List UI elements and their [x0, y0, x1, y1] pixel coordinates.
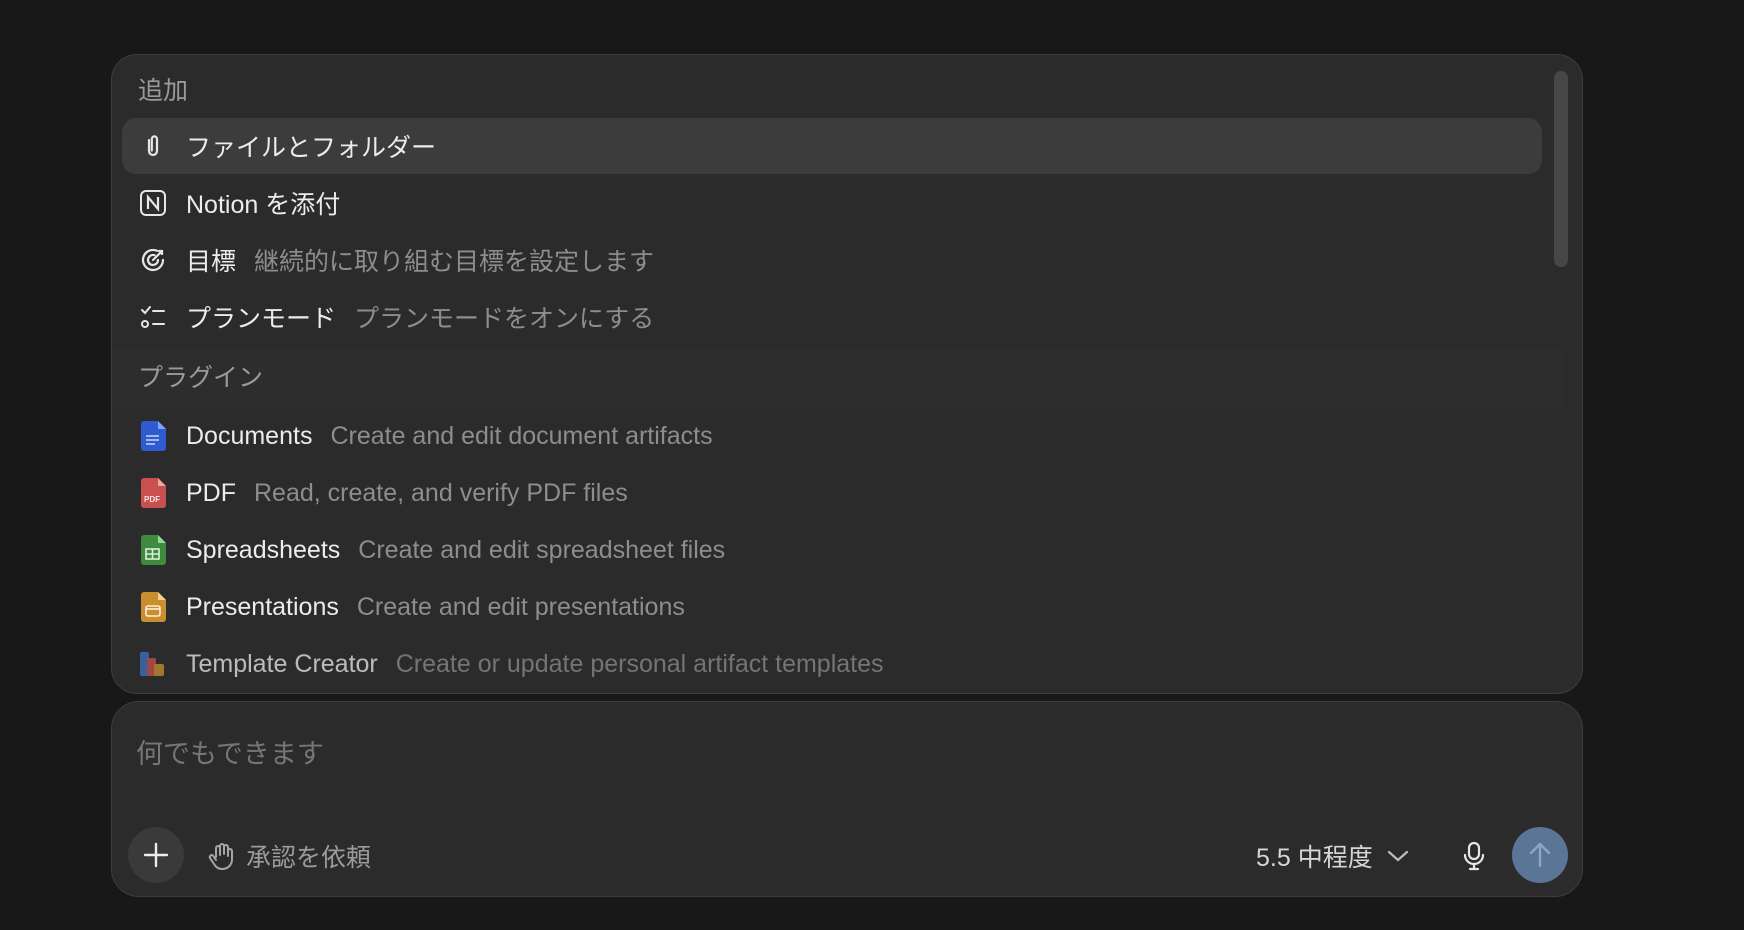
menu-item-pdf[interactable]: PDF PDF Read, create, and verify PDF fil… — [122, 465, 1542, 521]
documents-icon — [138, 421, 168, 451]
menu-item-description: Create and edit spreadsheet files — [358, 535, 726, 564]
message-composer[interactable]: 何でもできます 承認を依頼 5.5 中程度 — [111, 701, 1583, 897]
menu-item-title: Template Creator — [186, 649, 378, 678]
menu-item-title: PDF — [186, 478, 236, 507]
hand-icon — [208, 841, 236, 871]
menu-item-title: プランモード — [186, 305, 337, 333]
command-menu: 追加 ファイルとフォルダー Notion を添付 目標 継続的に取り組む目標を設… — [111, 54, 1583, 694]
send-button[interactable] — [1512, 827, 1568, 883]
pdf-icon-badge: PDF — [144, 495, 160, 504]
target-icon — [138, 245, 168, 275]
presentation-icon — [138, 592, 168, 622]
menu-item-description: プランモードをオンにする — [354, 305, 655, 333]
checklist-icon — [138, 302, 168, 332]
model-selector-label: 5.5 中程度 — [1256, 844, 1373, 872]
menu-item-plan-mode[interactable]: プランモード プランモードをオンにする — [122, 289, 1542, 345]
menu-item-title: Documents — [186, 421, 313, 450]
plugins-section-header — [112, 348, 1562, 408]
menu-item-notion[interactable]: Notion を添付 — [122, 175, 1542, 231]
paperclip-icon — [138, 131, 168, 161]
menu-item-documents[interactable]: Documents Create and edit document artif… — [122, 408, 1542, 464]
request-approval-button[interactable]: 承認を依頼 — [208, 838, 371, 874]
menu-item-title: ファイルとフォルダー — [186, 134, 437, 162]
request-approval-label: 承認を依頼 — [246, 844, 372, 872]
menu-item-description: Create and edit document artifacts — [330, 421, 713, 450]
menu-item-spreadsheets[interactable]: Spreadsheets Create and edit spreadsheet… — [122, 522, 1542, 578]
menu-item-description: Read, create, and verify PDF files — [254, 478, 628, 507]
menu-scrollbar[interactable] — [1554, 71, 1568, 267]
microphone-button[interactable] — [1452, 834, 1496, 878]
menu-item-template-creator[interactable]: Template Creator Create or update person… — [122, 636, 1542, 692]
model-selector[interactable]: 5.5 中程度 — [1256, 838, 1409, 874]
menu-item-title: Notion を添付 — [186, 191, 341, 219]
pdf-icon: PDF — [138, 478, 168, 508]
plus-icon — [142, 841, 170, 869]
menu-item-title: Spreadsheets — [186, 535, 341, 564]
menu-item-presentations[interactable]: Presentations Create and edit presentati… — [122, 579, 1542, 635]
composer-input[interactable]: 何でもできます — [136, 732, 324, 771]
notion-icon — [138, 188, 168, 218]
menu-item-description: Create and edit presentations — [356, 592, 685, 621]
menu-item-description: 継続的に取り組む目標を設定します — [254, 248, 655, 276]
spreadsheet-icon — [138, 535, 168, 565]
menu-item-goal[interactable]: 目標 継続的に取り組む目標を設定します — [122, 232, 1542, 288]
add-attachment-button[interactable] — [128, 827, 184, 883]
chevron-down-icon — [1387, 849, 1409, 863]
section-label-add: 追加 — [138, 77, 189, 105]
menu-item-title: 目標 — [186, 248, 237, 276]
microphone-icon — [1462, 841, 1486, 871]
menu-item-description: Create or update personal artifact templ… — [395, 649, 884, 678]
template-icon — [138, 649, 168, 679]
arrow-up-icon — [1527, 841, 1553, 869]
menu-item-title: Presentations — [186, 592, 339, 621]
menu-item-files-folders[interactable]: ファイルとフォルダー — [122, 118, 1542, 174]
section-label-plugins: プラグイン — [138, 364, 264, 392]
